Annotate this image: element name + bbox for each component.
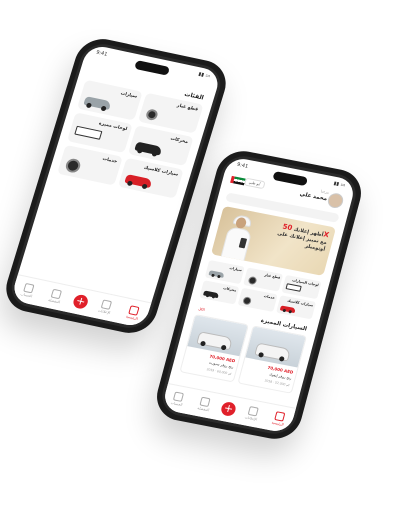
listing-card[interactable]: 70,000 AED رنج روفر سبورت 2019 · 60,000 … <box>179 314 250 383</box>
heart-icon <box>50 288 63 300</box>
category-label: قطع غيار <box>176 103 199 113</box>
category-tile-classic[interactable]: سيارات كلاسيك <box>276 295 317 320</box>
tab-favorites[interactable]: المفضلة <box>193 396 216 413</box>
car-icon <box>83 96 112 111</box>
car-icon <box>203 290 220 299</box>
tab-ads[interactable]: الإعلانات <box>94 298 118 316</box>
category-label: سيارات كلاسيك <box>143 165 179 178</box>
categories-title: الفئات <box>183 90 205 102</box>
grid-icon <box>247 405 259 417</box>
add-ad-button[interactable]: + <box>219 400 238 418</box>
banner-headline: أظهر إعلانك 50X مع تمييز إعلانك على أوتو… <box>275 223 330 254</box>
mockup-stage: 9:41 ▮▮ ▭ الفئات سيارات قطع غيار لوحات م… <box>0 0 413 521</box>
car-icon <box>196 331 234 351</box>
tab-account[interactable]: الحساب <box>16 282 40 300</box>
home-icon <box>274 411 286 422</box>
greeting-text: مرحبا <box>320 189 330 195</box>
tab-label: المفضلة <box>196 406 210 413</box>
tab-label: الإعلانات <box>244 415 258 422</box>
add-ad-button[interactable]: + <box>71 293 90 310</box>
parts-icon <box>144 108 159 122</box>
tab-account[interactable]: الحساب <box>166 390 189 407</box>
user-icon <box>172 391 185 402</box>
category-label: سيارات <box>228 265 243 273</box>
user-icon <box>22 282 35 294</box>
category-label: خدمات <box>263 293 276 300</box>
see-all-link[interactable]: الكل <box>198 307 206 312</box>
car-icon <box>124 174 153 189</box>
heart-icon <box>199 396 211 408</box>
car-icon <box>208 270 225 278</box>
plate-icon <box>285 283 302 292</box>
car-icon <box>254 342 292 362</box>
category-tile-services[interactable]: خدمات <box>237 287 278 312</box>
dynamic-island <box>134 60 171 76</box>
category-label: خدمات <box>101 156 118 165</box>
listing-meta: 2018 · 52,000 كم <box>264 378 291 388</box>
tab-home[interactable]: الرئيسية <box>122 304 146 322</box>
category-label: قطع غيار <box>263 272 281 280</box>
category-label: سيارات <box>119 91 138 100</box>
kandura <box>220 226 253 263</box>
listing-image <box>245 326 306 368</box>
car-icon <box>279 305 296 314</box>
tab-ads[interactable]: الإعلانات <box>241 405 264 422</box>
listing-card[interactable]: 70,000 AED رنج روفر إيفوك 2018 · 52,000 … <box>237 325 308 394</box>
location-chip[interactable]: أبو ظبي <box>243 177 266 190</box>
status-time: 9:41 <box>95 49 109 58</box>
tab-home[interactable]: الرئيسية <box>267 410 290 427</box>
category-label: سيارات كلاسيك <box>286 298 314 308</box>
category-label: لوحات مميزة <box>98 121 128 133</box>
banner-person-image <box>220 214 254 263</box>
grid-icon <box>100 299 112 310</box>
tab-label: المفضلة <box>47 298 61 305</box>
status-time: 9:41 <box>236 161 249 170</box>
car-icon <box>134 141 163 156</box>
avatar[interactable] <box>326 191 345 210</box>
signal-battery-icon: ▮▮ ▭ <box>197 71 211 80</box>
parts-icon <box>247 275 258 286</box>
category-label: محركات <box>222 286 237 293</box>
categories-grid: سيارات قطع غيار لوحات مميزة محركات خدمات <box>57 79 204 199</box>
tab-favorites[interactable]: المفضلة <box>44 288 68 306</box>
wheel-icon <box>242 296 253 306</box>
category-tile-engines[interactable]: محركات <box>199 280 240 305</box>
tab-label: الرئيسية <box>271 420 285 427</box>
bottom-tab-bar: الحساب المفضلة + الإعلانات الرئيسية <box>10 274 152 329</box>
plate-icon <box>74 125 103 140</box>
tab-label: الحساب <box>170 400 183 408</box>
tab-label: الرئيسية <box>125 314 139 321</box>
home-icon <box>128 305 140 316</box>
listing-image <box>187 315 248 357</box>
wheel-icon <box>64 157 82 174</box>
listing-meta: 2019 · 60,000 كم <box>206 367 233 376</box>
signal-battery-icon: ▮▮ ▭ <box>332 180 346 189</box>
uae-flag-icon[interactable] <box>230 175 246 186</box>
category-label: محركات <box>169 136 189 146</box>
